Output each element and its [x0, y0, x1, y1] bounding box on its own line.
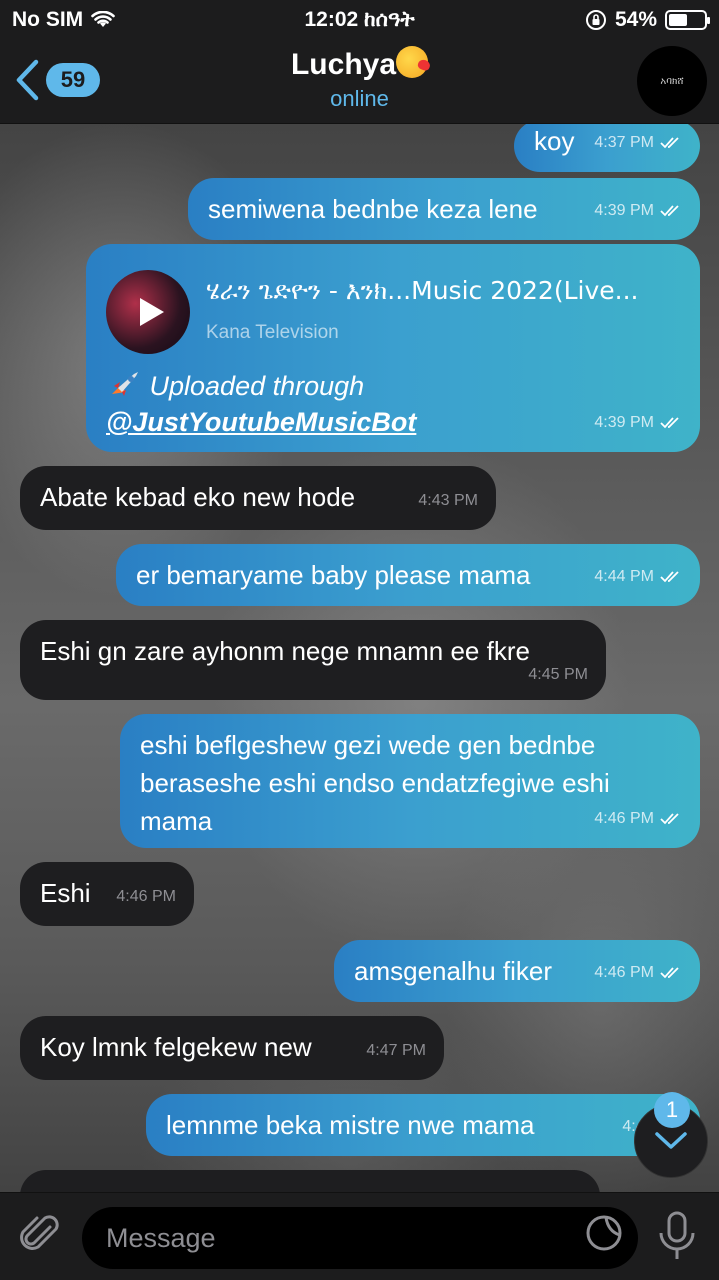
- message-bubble-incoming[interactable]: Eshi 4:46 PM: [20, 862, 194, 926]
- chat-status: online: [330, 86, 389, 111]
- message-text: semiwena bednbe keza lene: [208, 194, 538, 224]
- message-bubble-outgoing[interactable]: koy 4:37 PM: [514, 124, 700, 172]
- double-check-icon: [660, 571, 679, 583]
- message-bubble-outgoing[interactable]: semiwena bednbe keza lene 4:39 PM: [188, 178, 700, 240]
- message-bubble-incoming[interactable]: [20, 1170, 600, 1192]
- message-placeholder: Message: [106, 1222, 216, 1253]
- message-time: 4:47 PM: [366, 1042, 426, 1059]
- chat-header: 59 Luchya online አባክሸ: [0, 40, 719, 124]
- avatar[interactable]: አባክሸ: [637, 46, 707, 116]
- message-time: 4:46 PM: [594, 810, 654, 827]
- orientation-lock-icon: [585, 10, 606, 30]
- message-time: 4:43 PM: [418, 492, 478, 509]
- battery-level: [669, 14, 688, 26]
- media-subtitle: Kana Television: [206, 322, 339, 343]
- sticker-icon[interactable]: [584, 1213, 624, 1253]
- battery-icon: [665, 10, 710, 30]
- message-bubble-incoming[interactable]: Abate kebad eko new hode 4:43 PM: [20, 466, 496, 530]
- avatar-text: አባክሸ: [660, 75, 684, 87]
- message-text: eshi beflgeshew gezi wede gen bednbe ber…: [140, 730, 610, 836]
- message-text: amsgenalhu fiker: [354, 956, 552, 986]
- media-thumbnail[interactable]: [106, 270, 190, 354]
- message-text: lemnme beka mistre nwe mama: [166, 1110, 535, 1140]
- chat-title: Luchya: [290, 48, 397, 81]
- message-input[interactable]: Message: [82, 1207, 638, 1269]
- chat-title-area[interactable]: Luchya online: [0, 46, 719, 112]
- new-message-badge: 1: [654, 1092, 690, 1128]
- double-check-icon: [660, 813, 679, 825]
- message-list[interactable]: koy 4:37 PM semiwena bednbe keza lene 4:…: [0, 124, 719, 1192]
- battery-percent: 54%: [614, 8, 657, 31]
- bot-link[interactable]: @JustYoutubeMusicBot: [106, 407, 416, 437]
- message-time: 4:46 PM: [116, 888, 176, 905]
- message-text: er bemaryame baby please mama: [136, 560, 531, 590]
- message-bubble-outgoing[interactable]: er bemaryame baby please mama 4:44 PM: [116, 544, 700, 606]
- message-time: 4:39 PM: [594, 414, 654, 431]
- composer-bar: Message: [0, 1192, 719, 1280]
- double-check-icon: [660, 967, 679, 979]
- message-bubble-outgoing[interactable]: eshi beflgeshew gezi wede gen bednbe ber…: [120, 714, 700, 848]
- message-text: Eshi: [40, 878, 91, 908]
- microphone-icon[interactable]: [656, 1209, 698, 1263]
- message-text: Abate kebad eko new hode: [40, 482, 356, 512]
- message-time: 4:39 PM: [594, 202, 654, 219]
- media-title: ሄራን ጌድዮን - እንክ...Music 2022(Live...: [206, 276, 639, 305]
- chevron-down-icon: [655, 1132, 687, 1149]
- message-time: 4:45 PM: [528, 666, 588, 683]
- message-time: 4:37 PM: [594, 134, 654, 151]
- message-text: Koy lmnk felgekew new: [40, 1032, 312, 1062]
- message-text: Eshi gn zare ayhonm nege mnamn ee fkre: [40, 636, 530, 666]
- double-check-icon: [660, 137, 679, 149]
- paperclip-icon[interactable]: [16, 1211, 66, 1261]
- wifi-icon: [91, 11, 115, 27]
- message-bubble-incoming[interactable]: Koy lmnk felgekew new 4:47 PM: [20, 1016, 444, 1080]
- play-icon: [140, 298, 164, 326]
- message-time: 4:44 PM: [594, 568, 654, 585]
- message-bubble-media[interactable]: ሄራን ጌድዮን - እንክ...Music 2022(Live... Kana…: [86, 244, 700, 452]
- message-bubble-outgoing[interactable]: lemnme beka mistre nwe mama 4:47 PM: [146, 1094, 700, 1156]
- status-bar: No SIM 12:02 ከሰዓት 54%: [0, 0, 719, 40]
- double-check-icon: [660, 417, 679, 429]
- audio-attachment[interactable]: ሄራን ጌድዮን - እንክ...Music 2022(Live... Kana…: [106, 270, 682, 354]
- message-bubble-outgoing[interactable]: amsgenalhu fiker 4:46 PM: [334, 940, 700, 1002]
- double-check-icon: [660, 205, 679, 217]
- kiss-emoji-icon: [396, 46, 429, 78]
- rocket-icon: [112, 372, 138, 396]
- message-bubble-incoming[interactable]: Eshi gn zare ayhonm nege mnamn ee fkre 4…: [20, 620, 606, 700]
- caption-text: Uploaded through: [149, 371, 365, 401]
- status-time: 12:02 ከሰዓት: [304, 8, 415, 31]
- carrier-label: No SIM: [12, 8, 84, 31]
- message-text: koy: [534, 126, 575, 156]
- message-time: 4:46 PM: [594, 964, 654, 981]
